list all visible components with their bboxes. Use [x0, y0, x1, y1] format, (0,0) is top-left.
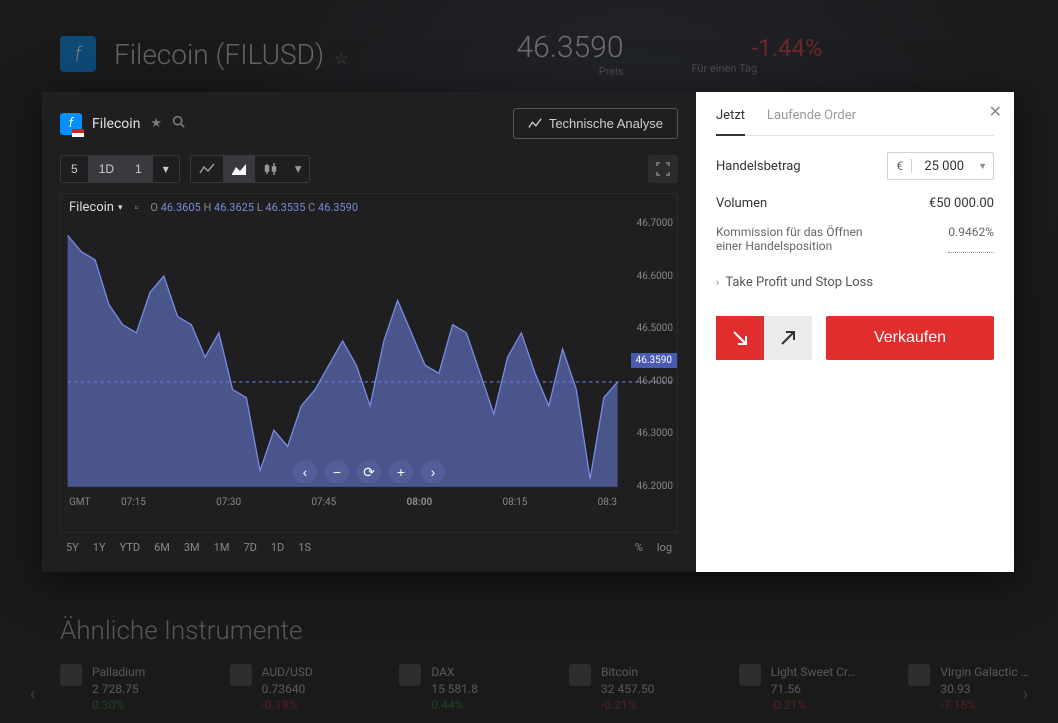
chart-prev-icon[interactable]: ‹ — [293, 460, 317, 484]
similar-heading: Ähnliche Instrumente — [60, 616, 1038, 646]
bg-change: -1.44% — [751, 34, 822, 62]
area-chart-icon[interactable] — [223, 156, 255, 182]
amount-label: Handelsbetrag — [716, 159, 801, 174]
bg-price-label: Preis — [436, 65, 623, 78]
range-7D[interactable]: 7D — [243, 541, 256, 554]
range-6M[interactable]: 6M — [154, 541, 170, 554]
line-chart-icon[interactable] — [191, 156, 223, 182]
star-icon[interactable]: ☆ — [334, 49, 348, 68]
chart-panel: f Filecoin ★ Technische Analyse 5 1D 1 ▾ — [42, 92, 696, 572]
chart-settings-icon[interactable]: ▫ — [135, 201, 139, 214]
scale-log[interactable]: log — [657, 541, 672, 554]
volume-value: €50 000.00 — [929, 196, 994, 211]
bg-coin-icon: f — [60, 36, 96, 72]
commission-value: 0.9462% — [948, 225, 994, 253]
volume-label: Volumen — [716, 196, 767, 211]
tf-5[interactable]: 5 — [61, 156, 88, 182]
direction-sell-button[interactable] — [716, 316, 764, 360]
ta-label: Technische Analyse — [549, 116, 663, 131]
tab-pending[interactable]: Laufende Order — [767, 108, 856, 125]
tpsl-toggle[interactable]: › Take Profit und Stop Loss — [716, 269, 994, 296]
similar-next-icon[interactable]: › — [1023, 684, 1028, 705]
fullscreen-icon[interactable] — [648, 155, 678, 183]
range-5Y[interactable]: 5Y — [66, 541, 79, 554]
technical-analysis-button[interactable]: Technische Analyse — [513, 108, 678, 139]
chart-reset-icon[interactable]: ⟳ — [357, 460, 381, 484]
ohlc-display: O 46.3605 H 46.3625 L 46.3535 C 46.3590 — [150, 201, 358, 214]
candle-chart-icon[interactable] — [255, 156, 287, 182]
bg-asset-title: Filecoin (FILUSD) — [114, 38, 324, 71]
search-icon[interactable] — [172, 115, 185, 132]
similar-item[interactable]: Virgin Galactic …30.93-7.15% — [908, 664, 1038, 713]
ct-dropdown-icon[interactable]: ▾ — [287, 156, 310, 182]
range-YTD[interactable]: YTD — [120, 541, 140, 554]
chart-zoom-out-icon[interactable]: − — [325, 460, 349, 484]
gmt-label: GMT — [69, 497, 90, 508]
direction-buy-button[interactable] — [764, 316, 812, 360]
chart-type-group: ▾ — [190, 155, 311, 183]
tf-1d[interactable]: 1D — [89, 156, 124, 182]
chart-next-icon[interactable]: › — [421, 460, 445, 484]
similar-item[interactable]: Light Sweet Cr…71.56-0.21% — [739, 664, 869, 713]
similar-item[interactable]: AUD/USD0.73640-0.19% — [230, 664, 360, 713]
amount-input[interactable]: € 25 000 ▼ — [887, 152, 994, 180]
range-1M[interactable]: 1M — [214, 541, 230, 554]
tpsl-label: Take Profit und Stop Loss — [725, 275, 873, 290]
scale-%[interactable]: % — [635, 541, 643, 554]
star-icon[interactable]: ★ — [150, 116, 162, 131]
submit-button[interactable]: Verkaufen — [826, 316, 994, 360]
asset-name: Filecoin — [92, 116, 140, 132]
commission-label: Kommission für das Öffnen einer Handelsp… — [716, 225, 886, 253]
range-1S[interactable]: 1S — [298, 541, 311, 554]
chart-zoom-in-icon[interactable]: + — [389, 460, 413, 484]
range-row: 5Y 1Y YTD 6M 3M 1M 7D 1D 1S% log — [60, 533, 678, 556]
similar-item[interactable]: DAX15 581.80.44% — [399, 664, 529, 713]
asset-icon: f — [60, 113, 82, 135]
timeframe-group: 5 1D 1 ▾ — [60, 155, 180, 183]
range-1D[interactable]: 1D — [271, 541, 284, 554]
current-price-tag: 46.3590 — [631, 353, 677, 368]
tab-now[interactable]: Jetzt — [716, 108, 745, 136]
bg-change-label: Für einen Tag — [691, 62, 822, 75]
chart-series-name[interactable]: Filecoin ▾ — [69, 200, 123, 215]
tf-dropdown-icon[interactable]: ▾ — [153, 156, 179, 182]
chart-area[interactable]: Filecoin ▾ ▫ O 46.3605 H 46.3625 L 46.35… — [60, 193, 678, 533]
order-panel: ✕ Jetzt Laufende Order Handelsbetrag € 2… — [696, 92, 1014, 572]
range-3M[interactable]: 3M — [184, 541, 200, 554]
close-icon[interactable]: ✕ — [989, 102, 1002, 121]
similar-item[interactable]: Bitcoin32 457.50-0.21% — [569, 664, 699, 713]
amount-value: 25 000 — [912, 159, 972, 174]
similar-item[interactable]: Palladium2 728.750.30% — [60, 664, 190, 713]
amount-dropdown-icon[interactable]: ▼ — [972, 161, 993, 172]
chevron-right-icon: › — [716, 276, 719, 289]
bg-price: 46.3590 — [516, 30, 623, 65]
tf-1[interactable]: 1 — [125, 156, 152, 182]
similar-prev-icon[interactable]: ‹ — [30, 684, 35, 705]
range-1Y[interactable]: 1Y — [93, 541, 106, 554]
currency-label: € — [888, 159, 912, 173]
x-axis: 07:1507:3007:4508:0008:1508:3 — [121, 497, 617, 508]
